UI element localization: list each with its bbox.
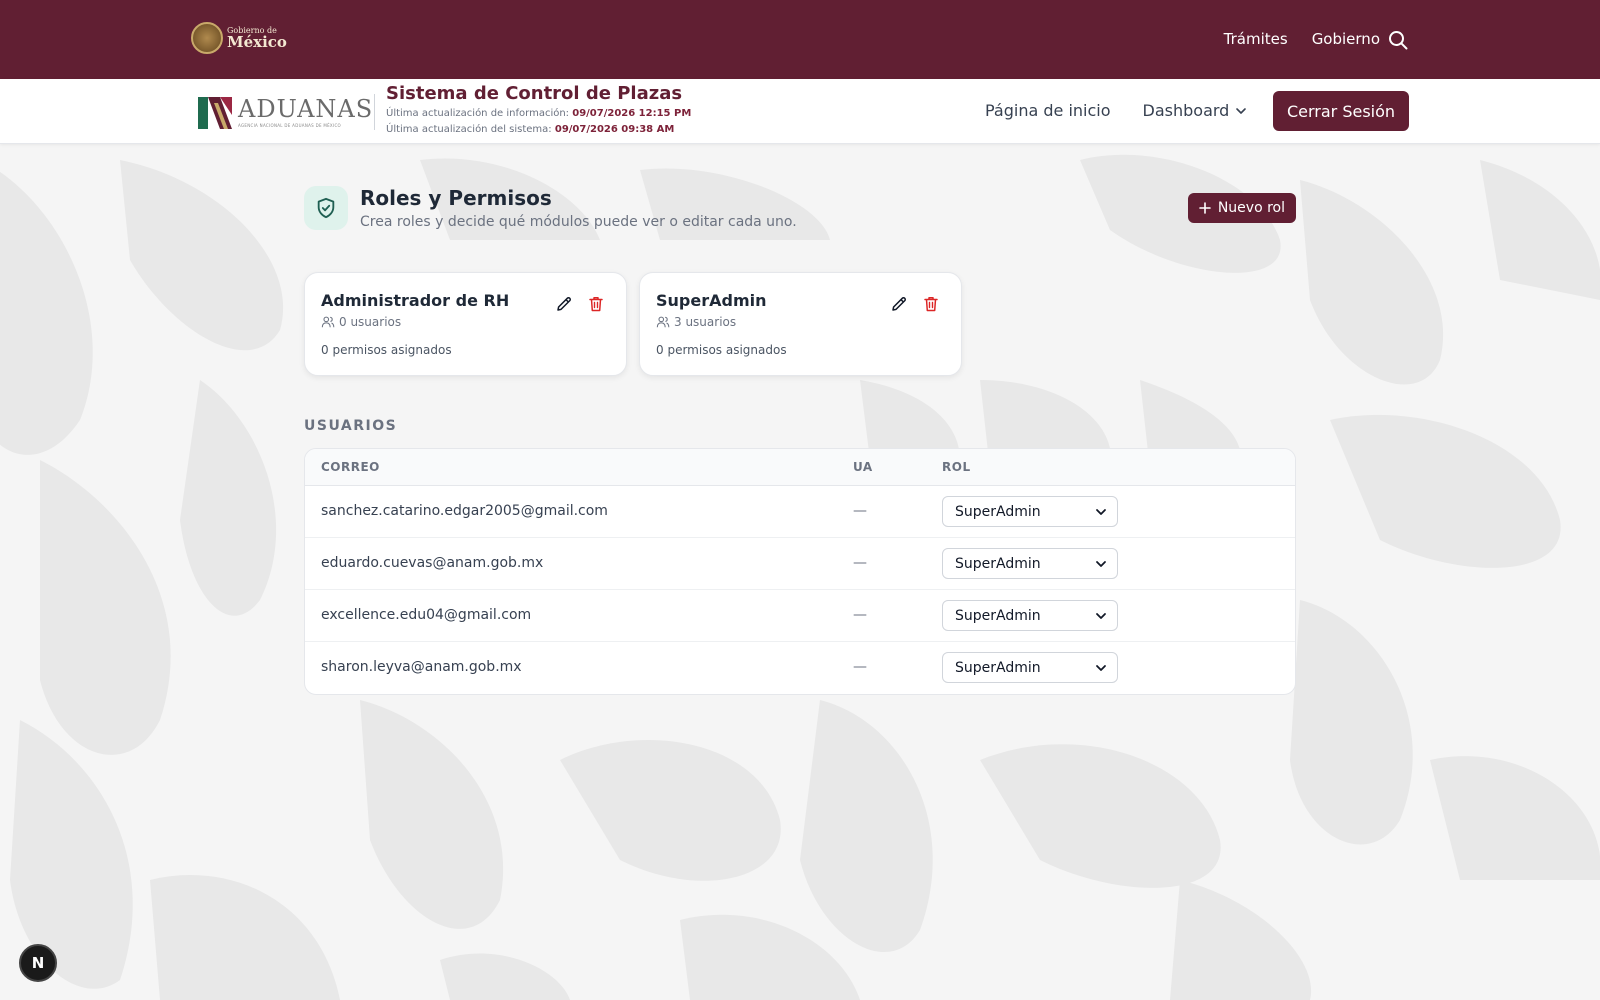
- dev-tools-badge[interactable]: N: [19, 944, 57, 982]
- search-icon[interactable]: [1388, 30, 1408, 50]
- role-users: 3 usuarios: [656, 315, 736, 329]
- system-update-line: Última actualización del sistema: 09/07/…: [386, 124, 691, 136]
- user-ua: —: [853, 659, 867, 675]
- user-email: eduardo.cuevas@anam.gob.mx: [321, 555, 544, 571]
- edit-pencil-icon[interactable]: [555, 295, 573, 313]
- info-update-label: Última actualización de información:: [386, 108, 570, 119]
- government-top-bar: Gobierno de México Trámites Gobierno: [0, 0, 1600, 79]
- nav-home-link[interactable]: Página de inicio: [985, 101, 1111, 120]
- user-email: excellence.edu04@gmail.com: [321, 607, 532, 623]
- nav-tramites-link[interactable]: Trámites: [1224, 30, 1288, 48]
- role-select[interactable]: SuperAdmin: [942, 548, 1118, 579]
- column-header-ua: UA: [853, 460, 873, 474]
- role-permissions: 0 permisos asignados: [656, 343, 787, 357]
- role-select-value: SuperAdmin: [955, 503, 1041, 520]
- users-table: CORREO UA ROL sanchez.catarino.edgar2005…: [304, 448, 1296, 695]
- table-header: CORREO UA ROL: [305, 449, 1295, 486]
- role-card[interactable]: Administrador de RH 0 usuarios 0 permiso…: [304, 272, 627, 376]
- role-select-value: SuperAdmin: [955, 555, 1041, 572]
- plus-icon: [1199, 202, 1211, 214]
- chevron-down-icon: [1236, 107, 1247, 114]
- new-role-label: Nuevo rol: [1217, 200, 1285, 216]
- role-name: SuperAdmin: [656, 291, 767, 310]
- edit-pencil-icon[interactable]: [890, 295, 908, 313]
- app-header: ADUANAS AGENCIA NACIONAL DE ADUANAS DE M…: [0, 79, 1600, 144]
- role-users: 0 usuarios: [321, 315, 401, 329]
- role-users-count: 3 usuarios: [674, 315, 737, 329]
- nav-gobierno-link[interactable]: Gobierno: [1312, 30, 1380, 48]
- table-row: eduardo.cuevas@anam.gob.mx — SuperAdmin: [305, 538, 1295, 590]
- logo-big-text: México: [227, 32, 287, 51]
- trash-icon[interactable]: [587, 295, 605, 313]
- shield-badge: [304, 186, 348, 230]
- nav-dashboard-dropdown[interactable]: Dashboard: [1143, 101, 1248, 120]
- user-email: sharon.leyva@anam.gob.mx: [321, 659, 522, 675]
- new-role-button[interactable]: Nuevo rol: [1187, 193, 1296, 223]
- user-ua: —: [853, 503, 867, 519]
- trash-icon[interactable]: [922, 295, 940, 313]
- system-update-value: 09/07/2026 09:38 AM: [554, 124, 675, 135]
- role-select-value: SuperAdmin: [955, 607, 1041, 624]
- aduanas-logo[interactable]: ADUANAS AGENCIA NACIONAL DE ADUANAS DE M…: [198, 95, 373, 129]
- table-row: sanchez.catarino.edgar2005@gmail.com — S…: [305, 486, 1295, 538]
- logout-button[interactable]: Cerrar Sesión: [1273, 91, 1409, 131]
- header-divider: [374, 94, 375, 130]
- user-ua: —: [853, 555, 867, 571]
- mexico-seal-icon: [191, 22, 223, 54]
- role-name: Administrador de RH: [321, 291, 510, 310]
- main-content: Roles y Permisos Crea roles y decide qué…: [304, 186, 1296, 695]
- shield-check-icon: [317, 197, 335, 219]
- gobierno-de-mexico-logo[interactable]: Gobierno de México: [191, 22, 287, 54]
- chevron-down-icon: [1096, 508, 1106, 515]
- table-row: sharon.leyva@anam.gob.mx — SuperAdmin: [305, 642, 1295, 694]
- aduanas-subtitle: AGENCIA NACIONAL DE ADUANAS DE MÉXICO: [238, 122, 341, 128]
- page-title: Roles y Permisos: [360, 186, 552, 210]
- role-select[interactable]: SuperAdmin: [942, 496, 1118, 527]
- column-header-rol: ROL: [942, 460, 971, 474]
- system-update-label: Última actualización del sistema:: [386, 124, 552, 135]
- role-select-value: SuperAdmin: [955, 659, 1041, 676]
- column-header-correo: CORREO: [321, 460, 380, 474]
- system-title: Sistema de Control de Plazas: [386, 83, 683, 104]
- users-icon: [656, 316, 670, 328]
- user-ua: —: [853, 607, 867, 623]
- info-update-line: Última actualización de información: 09/…: [386, 108, 691, 120]
- aduanas-wordmark: ADUANAS: [238, 94, 374, 123]
- role-cards: Administrador de RH 0 usuarios 0 permiso…: [304, 272, 962, 376]
- role-select[interactable]: SuperAdmin: [942, 652, 1118, 683]
- info-update-value: 09/07/2026 12:15 PM: [572, 108, 692, 119]
- app-nav: Página de inicio Dashboard: [985, 101, 1247, 120]
- nav-dashboard-label: Dashboard: [1142, 101, 1230, 120]
- role-permissions: 0 permisos asignados: [321, 343, 452, 357]
- table-row: excellence.edu04@gmail.com — SuperAdmin: [305, 590, 1295, 642]
- user-email: sanchez.catarino.edgar2005@gmail.com: [321, 503, 608, 519]
- page-subtitle: Crea roles y decide qué módulos puede ve…: [360, 214, 797, 230]
- system-info: Sistema de Control de Plazas Última actu…: [386, 83, 691, 136]
- role-select[interactable]: SuperAdmin: [942, 600, 1118, 631]
- role-card[interactable]: SuperAdmin 3 usuarios 0 permisos asignad…: [639, 272, 962, 376]
- chevron-down-icon: [1096, 560, 1106, 567]
- users-icon: [321, 316, 335, 328]
- chevron-down-icon: [1096, 664, 1106, 671]
- users-section-label: USUARIOS: [304, 418, 398, 434]
- gov-nav: Trámites Gobierno: [1224, 30, 1380, 48]
- chevron-down-icon: [1096, 612, 1106, 619]
- role-users-count: 0 usuarios: [339, 315, 402, 329]
- aduanas-mark-icon: [198, 95, 232, 129]
- page-header: Roles y Permisos Crea roles y decide qué…: [304, 186, 1296, 246]
